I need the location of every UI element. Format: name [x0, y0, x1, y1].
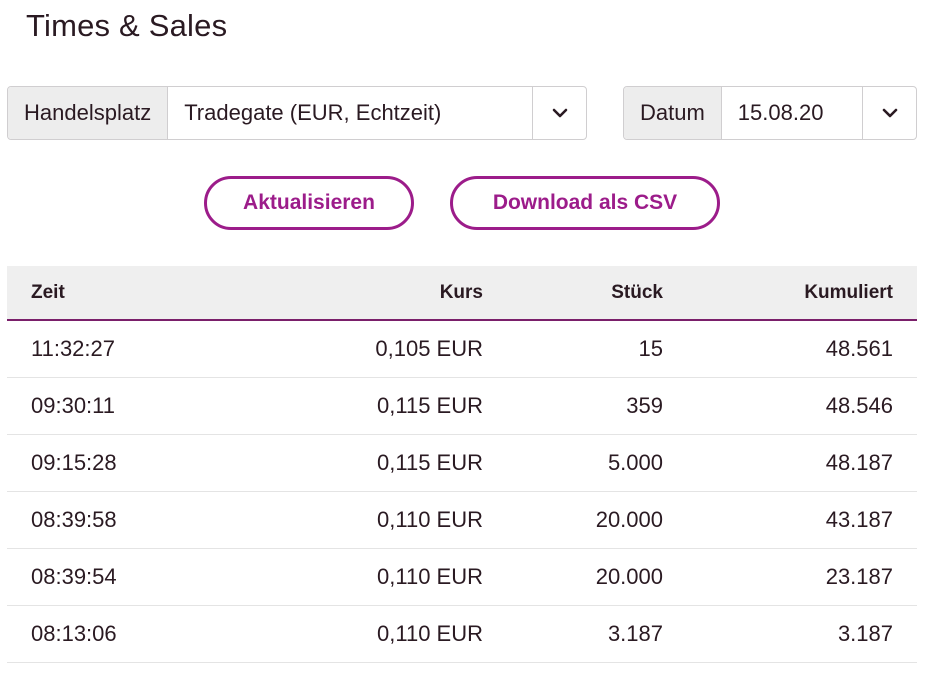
cell-kumuliert: 48.546 [825, 392, 893, 418]
cell-kumuliert: 3.187 [837, 620, 893, 646]
cell-kumuliert: 48.561 [825, 335, 893, 361]
cell-kurs: 0,110 EUR [377, 563, 483, 589]
column-header-kurs[interactable]: Kurs [187, 266, 507, 321]
cell-zeit: 08:39:58 [31, 506, 117, 532]
date-label: Datum [624, 87, 722, 139]
refresh-button[interactable]: Aktualisieren [204, 176, 414, 230]
cell-stueck: 5.000 [607, 449, 663, 475]
cell-zeit: 09:15:28 [31, 449, 117, 475]
table-row: 08:39:58 0,110 EUR 20.000 43.187 [7, 491, 917, 548]
page-title: Times & Sales [26, 8, 228, 43]
cell-kurs: 0,110 EUR [377, 506, 483, 532]
table-row: 08:13:06 0,110 EUR 3.187 3.187 [7, 605, 917, 662]
cell-kumuliert: 43.187 [825, 506, 893, 532]
cell-kurs: 0,115 EUR [377, 392, 483, 418]
cell-stueck: 15 [638, 335, 663, 361]
column-header-zeit[interactable]: Zeit [7, 266, 187, 321]
cell-zeit: 09:30:11 [31, 392, 116, 418]
cell-kurs: 0,115 EUR [377, 449, 483, 475]
date-select[interactable]: Datum 15.08.20 [623, 86, 917, 140]
cell-stueck: 20.000 [595, 563, 663, 589]
date-value[interactable]: 15.08.20 [722, 87, 862, 139]
cell-stueck: 3.187 [607, 620, 663, 646]
cell-stueck: 20.000 [595, 506, 663, 532]
venue-dropdown-button[interactable] [532, 87, 586, 139]
cell-zeit: 08:13:06 [31, 620, 117, 646]
chevron-down-icon [882, 108, 897, 118]
table-row: 09:30:11 0,115 EUR 359 48.546 [7, 377, 917, 434]
cell-kumuliert: 23.187 [825, 563, 893, 589]
column-header-kumuliert[interactable]: Kumuliert [687, 266, 917, 321]
trades-table: Zeit Kurs Stück Kumuliert 11:32:27 0,105… [7, 266, 917, 663]
table-row: 08:39:54 0,110 EUR 20.000 23.187 [7, 548, 917, 605]
table-header-row: Zeit Kurs Stück Kumuliert [7, 266, 917, 321]
cell-stueck: 359 [626, 392, 663, 418]
download-csv-button[interactable]: Download als CSV [450, 176, 720, 230]
cell-zeit: 11:32:27 [31, 335, 116, 361]
table-row: 11:32:27 0,105 EUR 15 48.561 [7, 320, 917, 377]
cell-zeit: 08:39:54 [31, 563, 117, 589]
column-header-stueck[interactable]: Stück [507, 266, 687, 321]
cell-kurs: 0,110 EUR [377, 620, 483, 646]
cell-kurs: 0,105 EUR [375, 335, 483, 361]
date-dropdown-button[interactable] [862, 87, 916, 139]
table-row: 09:15:28 0,115 EUR 5.000 48.187 [7, 434, 917, 491]
venue-select[interactable]: Handelsplatz Tradegate (EUR, Echtzeit) [7, 86, 587, 140]
chevron-down-icon [552, 108, 567, 118]
cell-kumuliert: 48.187 [825, 449, 893, 475]
venue-label: Handelsplatz [8, 87, 169, 139]
venue-value[interactable]: Tradegate (EUR, Echtzeit) [168, 87, 532, 139]
